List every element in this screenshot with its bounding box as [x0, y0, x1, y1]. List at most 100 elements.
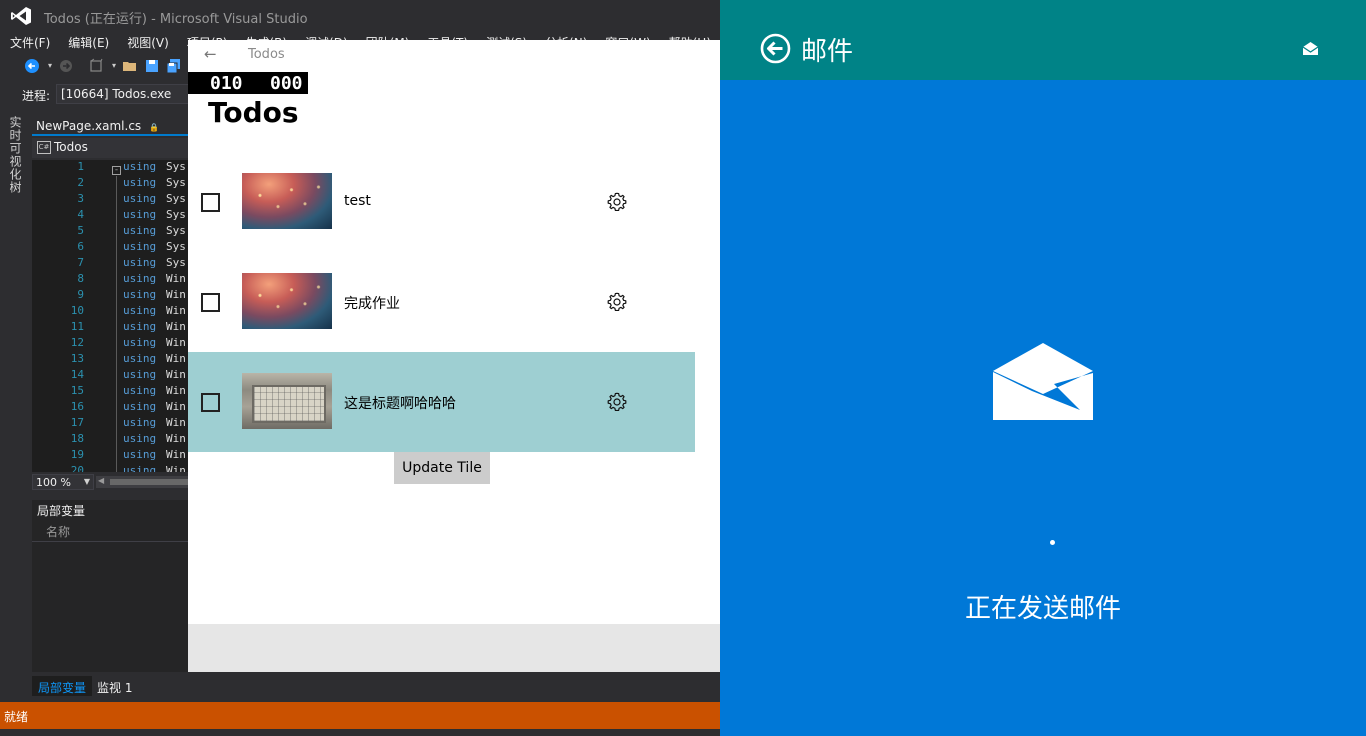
- code-line[interactable]: 16 using Win: [32, 400, 188, 416]
- code-line[interactable]: 15 using Win: [32, 384, 188, 400]
- code-line[interactable]: 20 using Win: [32, 464, 188, 472]
- mail-app-window: 邮件 正在发送邮件: [720, 0, 1366, 736]
- locals-name-column-header[interactable]: 名称: [32, 520, 188, 542]
- open-folder-icon[interactable]: [122, 58, 138, 74]
- code-keyword: using: [123, 416, 157, 429]
- todo-checkbox[interactable]: [201, 393, 220, 412]
- collapse-region-icon[interactable]: -: [112, 166, 121, 175]
- line-number: 20: [70, 464, 84, 472]
- code-line[interactable]: 19 using Win: [32, 448, 188, 464]
- code-namespace: Sys: [166, 256, 186, 269]
- line-number: 11: [70, 320, 84, 333]
- type-navigation-dropdown[interactable]: C# Todos: [32, 138, 188, 158]
- code-namespace: Sys: [166, 224, 186, 237]
- csharp-file-icon: C#: [37, 141, 51, 154]
- todo-item[interactable]: test: [188, 152, 695, 252]
- todo-title: 完成作业: [344, 296, 400, 312]
- code-keyword: using: [123, 368, 157, 381]
- zoom-dropdown[interactable]: 100 % ▼: [32, 474, 94, 490]
- code-line[interactable]: 10 using Win: [32, 304, 188, 320]
- envelope-icon: [993, 343, 1093, 420]
- code-line[interactable]: 8 using Win: [32, 272, 188, 288]
- window-title: Todos (正在运行) - Microsoft Visual Studio: [44, 12, 308, 27]
- process-dropdown[interactable]: [10664] Todos.exe: [56, 84, 196, 104]
- code-namespace: Win: [166, 448, 186, 461]
- code-line[interactable]: 7 using Sys: [32, 256, 188, 272]
- todo-checkbox[interactable]: [201, 293, 220, 312]
- save-icon[interactable]: [144, 58, 160, 74]
- document-tab[interactable]: NewPage.xaml.cs 🔒: [32, 116, 188, 136]
- new-dropdown-icon[interactable]: ▾: [106, 58, 122, 74]
- code-line[interactable]: 2 using Sys: [32, 176, 188, 192]
- open-envelope-icon[interactable]: [1303, 42, 1318, 55]
- scrollbar-thumb[interactable]: [110, 479, 188, 485]
- line-number: 1: [77, 160, 84, 173]
- code-line[interactable]: 4 using Sys: [32, 208, 188, 224]
- todo-item-selected[interactable]: 这是标题啊哈哈哈: [188, 352, 695, 452]
- line-number: 9: [77, 288, 84, 301]
- code-namespace: Win: [166, 464, 186, 472]
- new-project-icon[interactable]: [88, 58, 104, 74]
- tab-locals[interactable]: 局部变量: [32, 676, 93, 696]
- line-number: 16: [70, 400, 84, 413]
- line-number: 14: [70, 368, 84, 381]
- mail-title: 邮件: [801, 37, 854, 67]
- line-number: 19: [70, 448, 84, 461]
- code-line[interactable]: 11 using Win: [32, 320, 188, 336]
- locals-window: 局部变量 名称: [32, 500, 188, 672]
- navigate-forward-icon[interactable]: [58, 58, 74, 74]
- code-line[interactable]: 1 using Sys: [32, 160, 188, 176]
- menu-edit[interactable]: 编辑(E): [58, 32, 117, 51]
- tab-watch-1[interactable]: 监视 1: [92, 676, 138, 696]
- live-visual-tree-tab[interactable]: 实时可视化树: [8, 116, 24, 194]
- back-dropdown-icon[interactable]: ▾: [42, 58, 58, 74]
- line-number: 15: [70, 384, 84, 397]
- code-namespace: Win: [166, 320, 186, 333]
- line-number: 8: [77, 272, 84, 285]
- code-line[interactable]: 13 using Win: [32, 352, 188, 368]
- progress-dot: [1050, 540, 1055, 545]
- page-title: Todos: [208, 96, 299, 129]
- line-number: 5: [77, 224, 84, 237]
- code-editor[interactable]: 1 using Sys 2 using Sys 3 using Sys 4 using Sys 5 usi…: [32, 160, 188, 472]
- status-text: 就绪: [4, 710, 29, 724]
- code-line[interactable]: 18 using Win: [32, 432, 188, 448]
- zoom-value: 100 %: [36, 476, 71, 489]
- code-line[interactable]: 14 using Win: [32, 368, 188, 384]
- code-namespace: Sys: [166, 240, 186, 253]
- horizontal-scrollbar[interactable]: ◀: [96, 476, 188, 488]
- code-line[interactable]: 3 using Sys: [32, 192, 188, 208]
- menu-file[interactable]: 文件(F): [0, 32, 58, 51]
- app-bar[interactable]: [188, 624, 720, 672]
- gear-icon[interactable]: [606, 191, 628, 213]
- code-line[interactable]: 12 using Win: [32, 336, 188, 352]
- code-keyword: using: [123, 224, 157, 237]
- back-arrow-icon[interactable]: ←: [204, 45, 217, 63]
- code-line[interactable]: 6 using Sys: [32, 240, 188, 256]
- back-arrow-circle-icon[interactable]: [760, 33, 791, 64]
- todos-app-window: ← Todos 010 000 Todos test 完成作业 这是标题啊哈哈哈…: [188, 40, 720, 672]
- gear-icon[interactable]: [606, 391, 628, 413]
- code-keyword: using: [123, 288, 157, 301]
- code-keyword: using: [123, 448, 157, 461]
- code-namespace: Win: [166, 352, 186, 365]
- type-navigation-value: Todos: [54, 140, 88, 154]
- gear-icon[interactable]: [606, 291, 628, 313]
- code-line[interactable]: 17 using Win: [32, 416, 188, 432]
- todo-thumbnail: [242, 373, 332, 429]
- code-line[interactable]: 5 using Sys: [32, 224, 188, 240]
- todo-item[interactable]: 完成作业: [188, 252, 695, 352]
- code-namespace: Win: [166, 288, 186, 301]
- line-number: 18: [70, 432, 84, 445]
- todo-checkbox[interactable]: [201, 193, 220, 212]
- menu-view[interactable]: 视图(V): [117, 32, 177, 51]
- navigate-back-icon[interactable]: [24, 58, 40, 74]
- code-line[interactable]: 9 using Win: [32, 288, 188, 304]
- pin-icon[interactable]: 🔒: [149, 123, 159, 132]
- update-tile-button[interactable]: Update Tile: [394, 452, 490, 484]
- code-namespace: Win: [166, 272, 186, 285]
- line-number: 3: [77, 192, 84, 205]
- scroll-left-icon[interactable]: ◀: [98, 476, 104, 485]
- save-all-icon[interactable]: [166, 58, 182, 74]
- code-keyword: using: [123, 176, 157, 189]
